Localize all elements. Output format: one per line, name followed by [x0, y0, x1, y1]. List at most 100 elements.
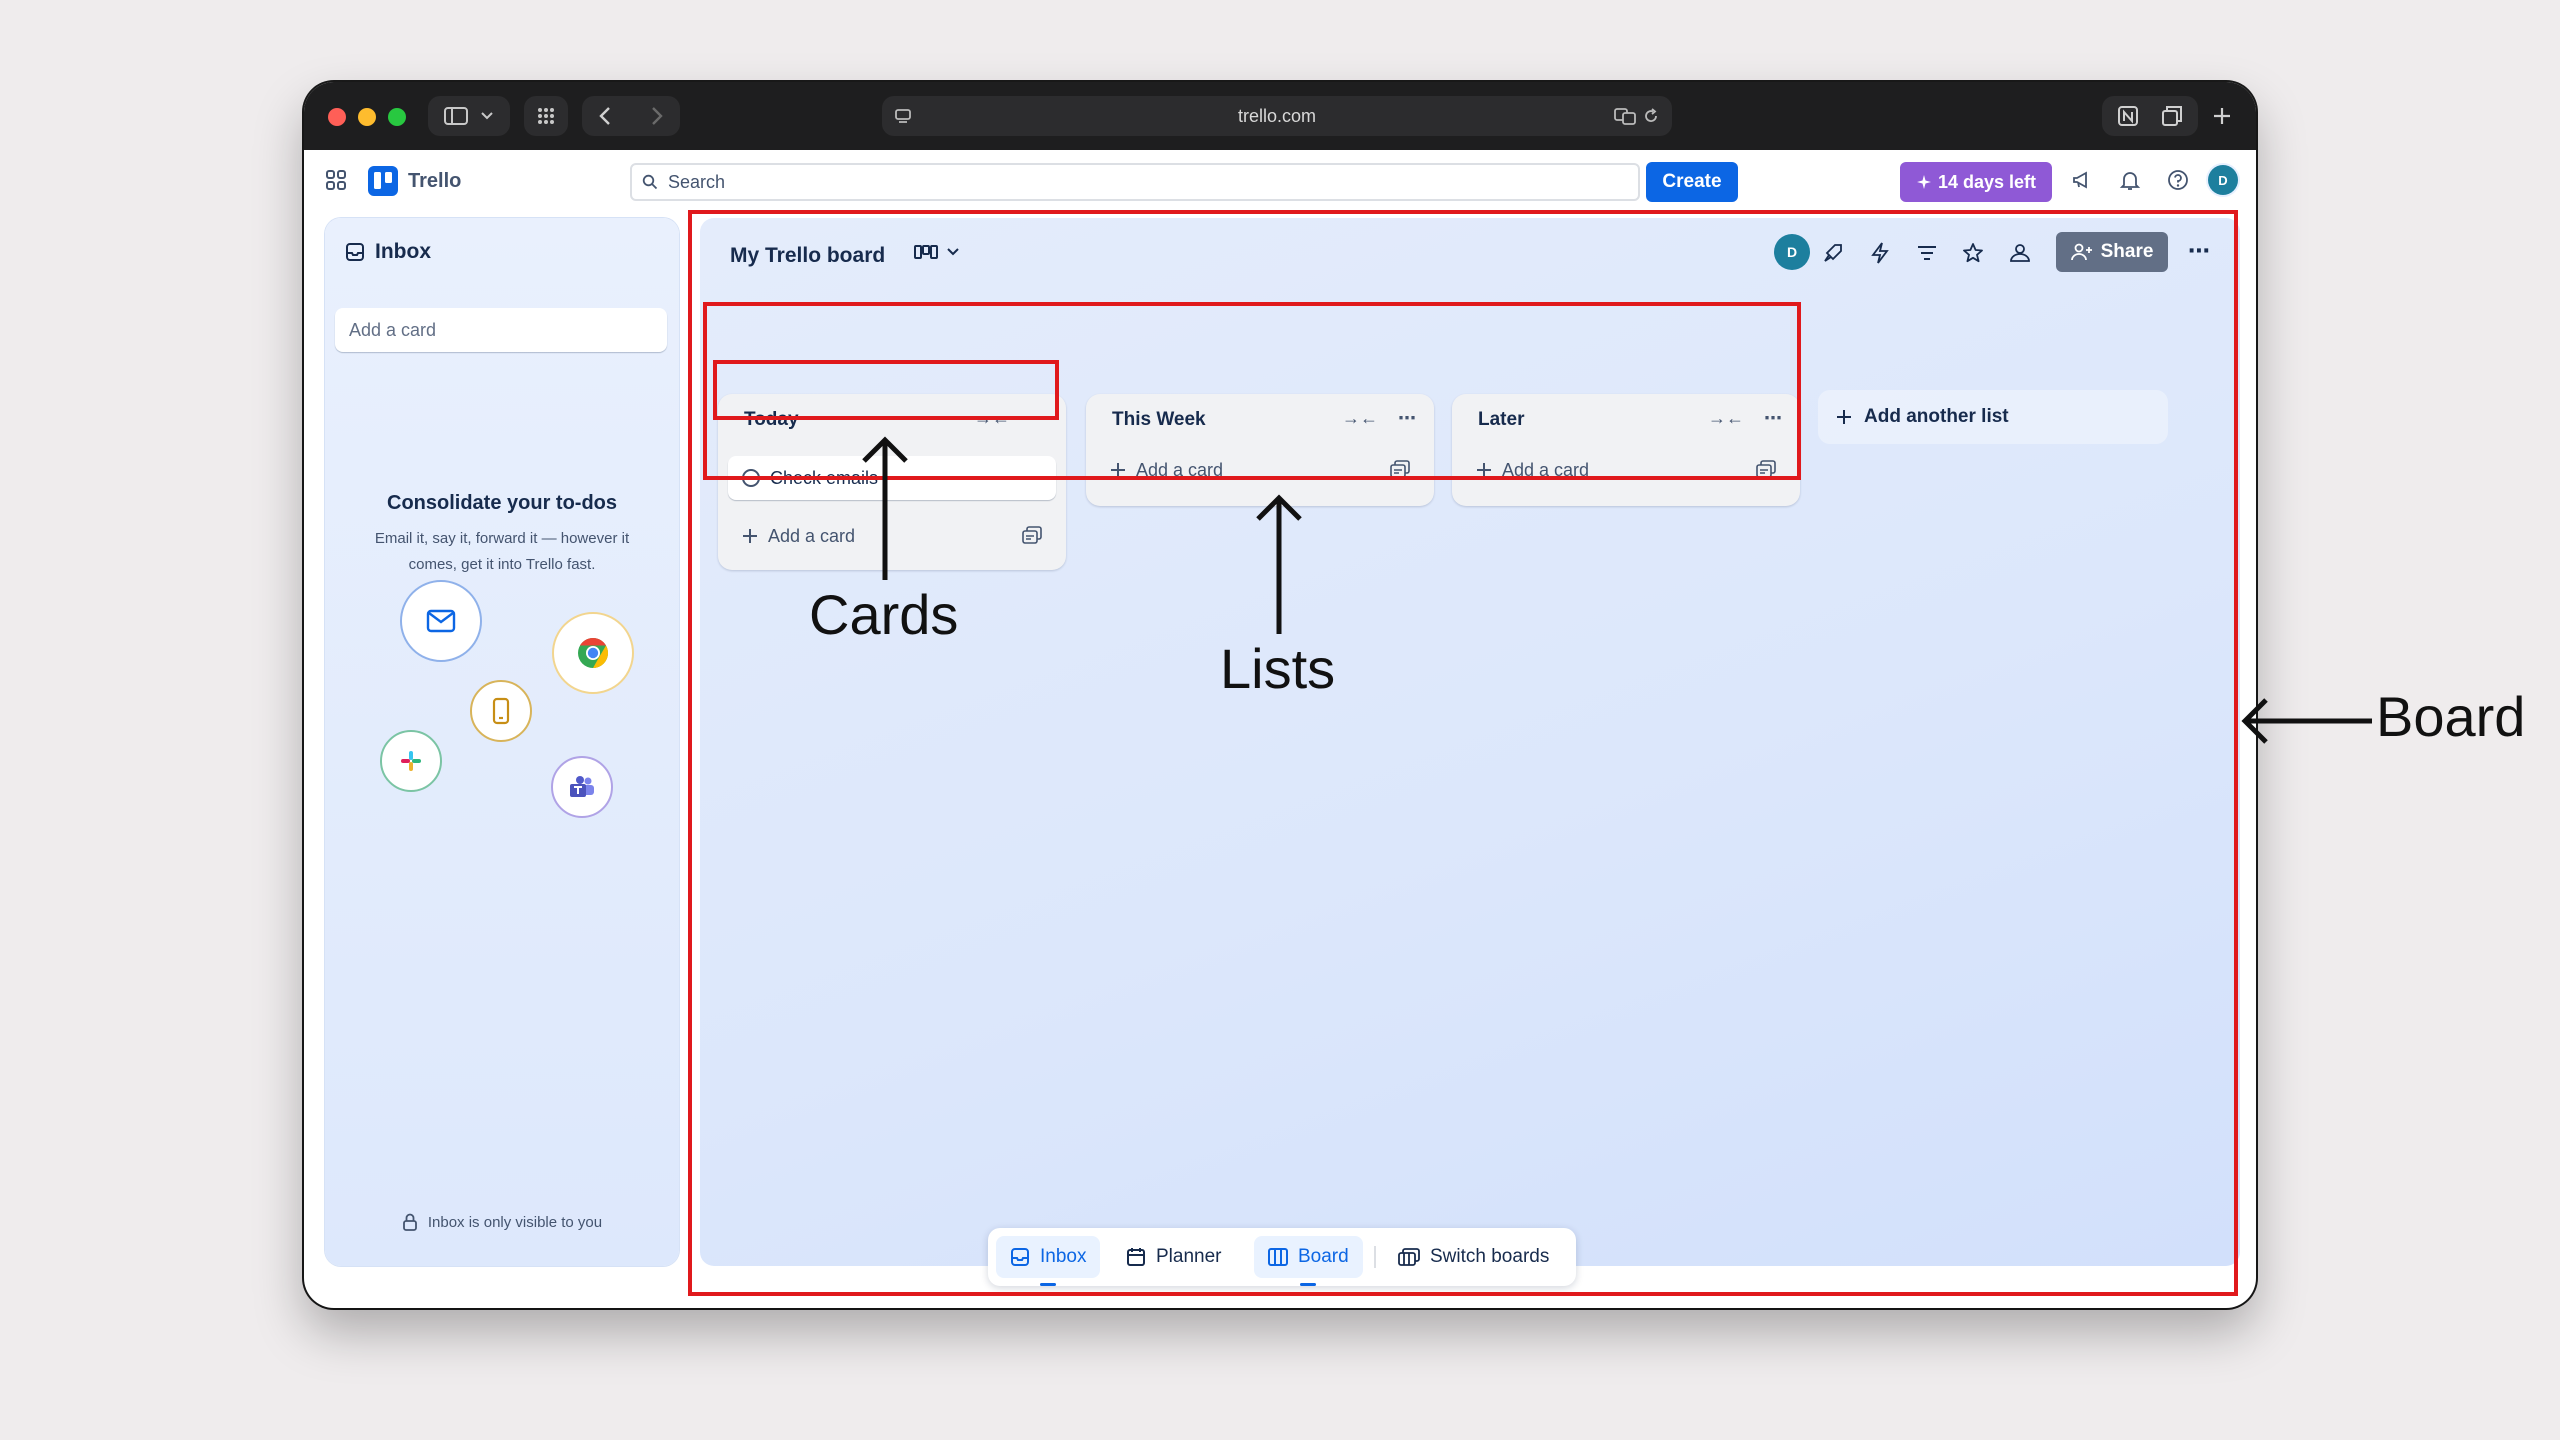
search-icon — [642, 174, 658, 190]
new-tab-icon[interactable] — [2212, 106, 2232, 126]
notion-extension-icon[interactable] — [2117, 105, 2139, 127]
board-canvas: My Trello board D Share ⋯ Today →← ⋯ Chec… — [700, 218, 2240, 1266]
switch-boards-icon — [1398, 1248, 1420, 1266]
inbox-panel: Inbox Add a card Consolidate your to-dos… — [325, 218, 679, 1266]
sidebar-toggle-button[interactable] — [428, 96, 510, 136]
plus-icon — [1477, 463, 1491, 477]
board-view-switcher[interactable] — [914, 244, 960, 260]
tabs-icon[interactable] — [2161, 105, 2183, 127]
nav-inbox[interactable]: Inbox — [996, 1236, 1101, 1286]
power-ups-icon[interactable] — [1822, 242, 1844, 264]
nav-switch-boards-label: Switch boards — [1430, 1246, 1550, 1267]
trial-label: 14 days left — [1937, 171, 2037, 192]
notifications-icon[interactable] — [2118, 168, 2142, 192]
collapse-list-icon[interactable]: →← — [974, 408, 1010, 429]
add-list-button[interactable]: Add another list — [1818, 390, 2168, 444]
minimize-window-button[interactable] — [358, 108, 376, 126]
promo-text: Email it, say it, forward it — however i… — [374, 530, 630, 573]
translate-icon[interactable] — [1614, 107, 1636, 125]
add-member-icon — [2070, 243, 2092, 261]
inbox-title: Inbox — [375, 240, 431, 263]
card-template-icon[interactable] — [1756, 460, 1776, 478]
forward-icon[interactable] — [650, 106, 664, 126]
lists-arrow-icon — [1256, 494, 1302, 634]
page-settings-icon[interactable] — [894, 107, 912, 125]
help-icon[interactable] — [2166, 168, 2190, 192]
reload-icon[interactable] — [1642, 107, 1660, 125]
search-input[interactable]: Search — [630, 163, 1640, 201]
visibility-icon[interactable] — [2008, 242, 2032, 264]
avatar-initial: D — [2218, 172, 2228, 188]
slack-icon — [401, 751, 421, 771]
inbox-add-card-placeholder: Add a card — [349, 319, 437, 340]
add-card-button[interactable]: Add a card — [1096, 450, 1424, 490]
collapse-list-icon[interactable]: →← — [1342, 408, 1378, 429]
card-template-icon[interactable] — [1390, 460, 1410, 478]
calendar-icon — [1127, 1248, 1145, 1266]
trial-button[interactable]: 14 days left — [1900, 162, 2052, 202]
grid-icon — [538, 108, 554, 124]
teams-integration[interactable] — [551, 756, 613, 818]
chrome-integration[interactable] — [552, 612, 634, 694]
app-switcher-icon[interactable] — [326, 170, 346, 190]
close-window-button[interactable] — [328, 108, 346, 126]
create-button[interactable]: Create — [1646, 162, 1738, 202]
chevron-down-icon — [947, 248, 959, 256]
inbox-add-card-input[interactable]: Add a card — [335, 308, 667, 352]
chevron-down-icon — [481, 112, 493, 120]
slack-integration[interactable] — [380, 730, 442, 792]
collapse-list-icon[interactable]: →← — [1708, 408, 1744, 429]
list-menu-icon[interactable]: ⋯ — [1764, 408, 1782, 429]
teams-icon — [570, 776, 594, 797]
board-arrow-icon — [2241, 698, 2372, 744]
search-placeholder: Search — [668, 171, 726, 192]
lists-annotation: Lists — [1220, 637, 1336, 700]
board-title[interactable]: My Trello board — [730, 244, 885, 268]
nav-divider — [1374, 1246, 1376, 1268]
add-card-label: Add a card — [1136, 459, 1224, 480]
list-header[interactable]: Later →← ⋯ — [1452, 394, 1800, 446]
board-menu-icon[interactable]: ⋯ — [2188, 238, 2210, 264]
tab-overview-button[interactable] — [524, 96, 568, 136]
trello-logo[interactable]: Trello — [368, 166, 461, 196]
zoom-window-button[interactable] — [388, 108, 406, 126]
app-name: Trello — [408, 169, 462, 192]
nav-inbox-label: Inbox — [1040, 1246, 1087, 1267]
nav-planner[interactable]: Planner — [1112, 1236, 1236, 1278]
mobile-integration[interactable] — [470, 680, 532, 742]
list-header[interactable]: This Week →← ⋯ — [1086, 394, 1434, 446]
card-template-icon[interactable] — [1022, 526, 1042, 544]
sidebar-icon — [444, 107, 468, 125]
board-member-avatar[interactable]: D — [1774, 234, 1810, 270]
email-integration[interactable] — [400, 580, 482, 662]
sparkle-icon — [1916, 175, 1931, 189]
nav-switch-boards[interactable]: Switch boards — [1384, 1236, 1563, 1278]
star-icon[interactable] — [1962, 242, 1984, 264]
mobile-icon — [492, 697, 510, 725]
list-menu-icon[interactable]: ⋯ — [1030, 408, 1048, 429]
add-card-label: Add a card — [1502, 459, 1590, 480]
add-card-button[interactable]: Add a card — [1462, 450, 1790, 490]
mail-icon — [426, 609, 456, 633]
nav-board[interactable]: Board — [1254, 1236, 1363, 1286]
inbox-icon — [346, 243, 364, 261]
privacy-note: Inbox is only visible to you — [325, 1212, 679, 1232]
board-annotation: Board — [2376, 685, 2526, 748]
nav-board-label: Board — [1298, 1246, 1349, 1267]
back-icon[interactable] — [598, 106, 612, 126]
history-nav — [582, 96, 680, 136]
list-title: This Week — [1112, 409, 1206, 430]
announcements-icon[interactable] — [2070, 168, 2094, 192]
list-menu-icon[interactable]: ⋯ — [1398, 408, 1416, 429]
list-later: Later →← ⋯ Add a card — [1452, 394, 1800, 506]
filter-icon[interactable] — [1916, 244, 1938, 262]
cards-arrow-icon — [862, 436, 908, 580]
plus-icon — [743, 529, 757, 543]
share-button[interactable]: Share — [2056, 232, 2168, 272]
board-icon — [1268, 1248, 1288, 1266]
automation-icon[interactable] — [1870, 242, 1890, 264]
account-avatar[interactable]: D — [2208, 165, 2238, 195]
complete-checkbox-icon[interactable] — [742, 469, 760, 487]
list-this-week: This Week →← ⋯ Add a card — [1086, 394, 1434, 506]
address-bar[interactable]: trello.com — [882, 96, 1672, 136]
